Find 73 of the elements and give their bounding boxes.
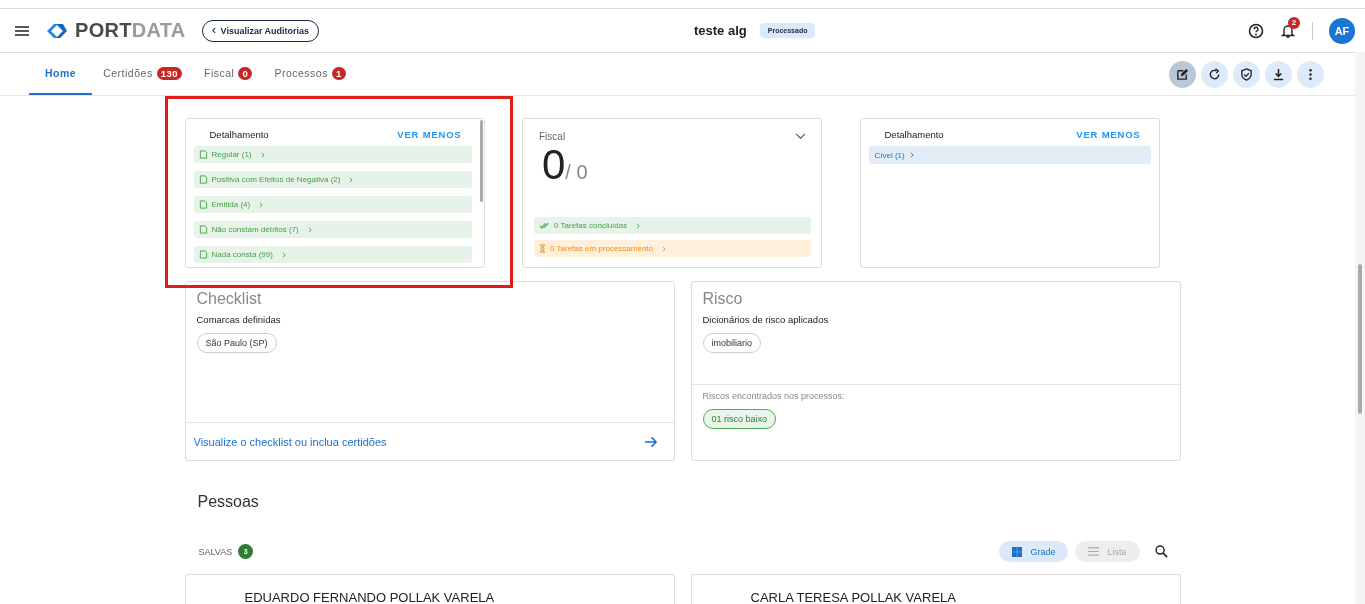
back-button[interactable]: Visualizar Auditorias [201, 19, 320, 42]
tab[interactable]: Home [29, 53, 93, 95]
page-scrollbar-thumb[interactable] [1358, 264, 1362, 414]
tasks-item[interactable]: 0 Tarefas em processamento [534, 240, 811, 257]
certificate-item[interactable]: Não constam débitos (7) [193, 221, 472, 238]
card-title: Detalhamento [884, 128, 944, 140]
document-icon [198, 200, 208, 209]
checklist-link[interactable]: Visualize o checklist ou inclua certidões [185, 422, 674, 460]
see-less-link[interactable]: VER MENOS [1076, 128, 1141, 140]
certificate-item[interactable]: Regular (1) [193, 146, 472, 163]
scrollbar-thumb[interactable] [479, 120, 483, 202]
chevron-right-icon [259, 201, 264, 208]
edit-button[interactable] [1169, 60, 1196, 88]
user-avatar[interactable]: AF [1329, 17, 1355, 44]
help-icon[interactable] [1248, 22, 1264, 39]
certificate-item[interactable]: Emitida (4) [193, 196, 472, 213]
process-item[interactable]: Cível (1) [868, 146, 1151, 164]
document-icon [198, 175, 208, 184]
card-title: Checklist [196, 290, 263, 308]
download-icon [1272, 67, 1285, 81]
grid-icon [1012, 546, 1023, 557]
edit-icon [1176, 67, 1189, 81]
saved-label: SALVAS [198, 546, 233, 557]
document-icon [198, 225, 208, 234]
chevron-right-icon [909, 152, 914, 158]
person-name: CARLA TERESA POLLAK VARELA [750, 590, 956, 604]
risks-label: Riscos encontrados nos processos: [702, 391, 846, 401]
certificate-item[interactable]: Positiva com Efeitos de Negativa (2) [193, 171, 472, 188]
certificate-item[interactable]: Nada consta (99) [193, 246, 472, 263]
grid-view-button[interactable]: Grade [999, 541, 1069, 562]
chevron-right-icon [662, 245, 666, 252]
audit-title: teste alg [694, 23, 747, 38]
logo-text: PORTDATA [75, 19, 186, 42]
double-check-icon [539, 221, 550, 230]
card-title: Detalhamento [209, 128, 269, 140]
chevron-right-icon [636, 222, 641, 229]
arrow-right-icon [644, 435, 658, 448]
document-icon [198, 250, 208, 259]
refresh-button[interactable] [1201, 60, 1228, 88]
shield-check-icon [1240, 67, 1253, 81]
refresh-icon [1208, 67, 1221, 81]
tab[interactable]: Certidões 130 [92, 53, 193, 95]
shield-button[interactable] [1233, 60, 1260, 88]
list-icon [1088, 547, 1100, 556]
card-subtitle: Dicionários de risco aplicados [702, 314, 830, 325]
more-button[interactable] [1297, 60, 1324, 88]
card-subtitle: Comarcas definidas [196, 314, 282, 325]
card-title: Risco [702, 290, 744, 308]
tab[interactable]: Fiscal 0 [193, 53, 264, 95]
see-less-link[interactable]: VER MENOS [397, 128, 462, 140]
tasks-item[interactable]: 0 Tarefas concluídas [534, 217, 811, 234]
fiscal-count: 0 [542, 140, 566, 190]
risk-chip: 01 risco baixo [702, 409, 777, 429]
hourglass-icon [539, 244, 546, 253]
chevron-down-icon[interactable] [795, 133, 806, 140]
bell-icon[interactable] [1280, 22, 1296, 39]
notification-badge: 2 [1288, 16, 1300, 29]
person-card[interactable]: EDUARDO FERNANDO POLLAK VARELA [184, 574, 675, 604]
person-card[interactable]: CARLA TERESA POLLAK VARELA [690, 574, 1181, 604]
tab[interactable]: Processos 1 [263, 53, 357, 95]
person-name: EDUARDO FERNANDO POLLAK VARELA [244, 590, 495, 604]
menu-icon[interactable] [15, 25, 29, 36]
chevron-right-icon [349, 176, 354, 183]
download-button[interactable] [1265, 60, 1292, 88]
search-icon[interactable] [1154, 545, 1168, 558]
document-icon [198, 150, 208, 159]
fiscal-total: / 0 [565, 161, 588, 184]
chevron-right-icon [260, 151, 265, 158]
chevron-right-icon [281, 251, 286, 258]
card-title: Fiscal [539, 131, 566, 142]
chevron-left-icon [211, 27, 216, 34]
section-title: Pessoas [197, 493, 260, 511]
chevron-right-icon [307, 226, 312, 233]
